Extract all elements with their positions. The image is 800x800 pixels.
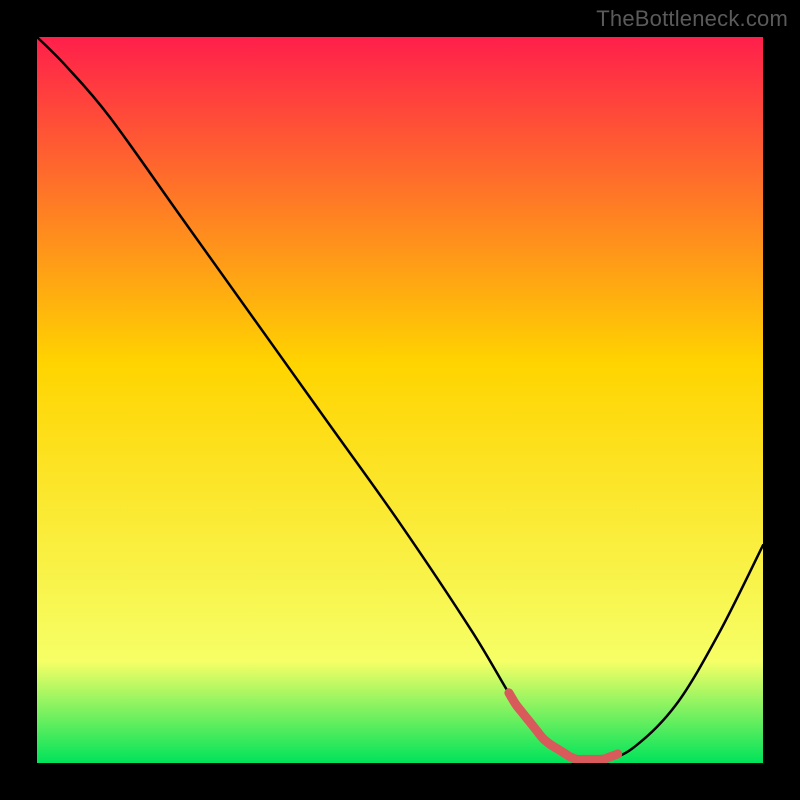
plot-area: [37, 37, 763, 763]
gradient-background: [37, 37, 763, 763]
chart-frame: TheBottleneck.com: [0, 0, 800, 800]
bottleneck-chart: [37, 37, 763, 763]
watermark-text: TheBottleneck.com: [596, 6, 788, 32]
